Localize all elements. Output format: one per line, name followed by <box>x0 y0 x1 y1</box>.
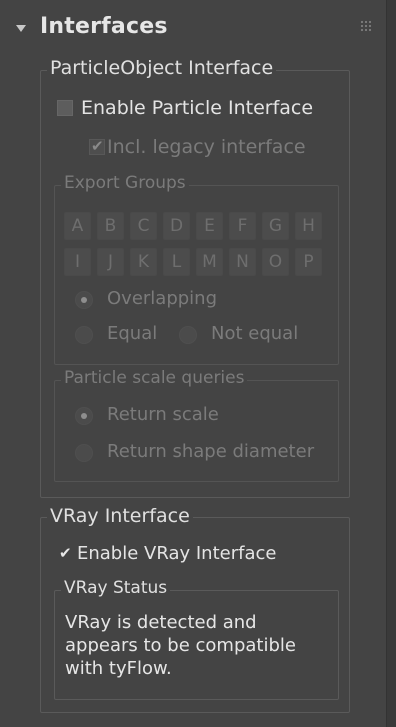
export-group-button-i[interactable]: I <box>64 248 91 276</box>
vray-status-text: VRay is detected and appears to be compa… <box>65 612 296 679</box>
particle-interface-group-title: ParticleObject Interface <box>47 57 277 79</box>
export-group-button-k[interactable]: K <box>130 248 157 276</box>
collapse-arrow-icon[interactable] <box>16 25 26 32</box>
rollout-title: Interfaces <box>40 14 168 39</box>
interfaces-rollout-panel: Interfaces ParticleObject Interface Enab… <box>0 0 396 727</box>
equal-label[interactable]: Equal <box>107 323 157 344</box>
export-groups-title: Export Groups <box>61 173 189 193</box>
enable-vray-interface-label[interactable]: Enable VRay Interface <box>77 543 276 564</box>
export-group-button-d[interactable]: D <box>163 212 190 240</box>
incl-legacy-interface-checkbox[interactable] <box>89 137 105 155</box>
export-groups-group: Export Groups A B C D E F G H I J K L M … <box>54 173 339 365</box>
return-shape-diameter-label[interactable]: Return shape diameter <box>107 441 314 462</box>
export-group-button-n[interactable]: N <box>229 248 256 276</box>
return-shape-diameter-radio[interactable] <box>75 444 93 462</box>
enable-particle-interface-checkbox[interactable] <box>57 100 73 116</box>
vray-interface-group-title: VRay Interface <box>47 505 193 527</box>
export-group-button-h[interactable]: H <box>295 212 322 240</box>
export-group-button-a[interactable]: A <box>64 212 91 240</box>
export-group-button-p[interactable]: P <box>295 248 322 276</box>
export-group-button-m[interactable]: M <box>196 248 223 276</box>
return-scale-radio[interactable] <box>75 407 93 425</box>
export-group-button-e[interactable]: E <box>196 212 223 240</box>
export-group-button-f[interactable]: F <box>229 212 256 240</box>
export-group-button-l[interactable]: L <box>163 248 190 276</box>
not-equal-label[interactable]: Not equal <box>211 323 298 344</box>
return-scale-label[interactable]: Return scale <box>107 404 219 425</box>
export-group-button-o[interactable]: O <box>262 248 289 276</box>
enable-particle-interface-label[interactable]: Enable Particle Interface <box>81 97 313 119</box>
rollout-header[interactable]: Interfaces <box>0 0 386 56</box>
export-group-button-g[interactable]: G <box>262 212 289 240</box>
overlapping-radio[interactable] <box>75 291 93 309</box>
vray-status-group: VRay Status VRay is detected and appears… <box>54 578 339 700</box>
export-group-button-j[interactable]: J <box>97 248 124 276</box>
export-group-button-c[interactable]: C <box>130 212 157 240</box>
particle-scale-queries-group: Particle scale queries Return scale Retu… <box>54 368 339 482</box>
not-equal-radio[interactable] <box>179 326 197 344</box>
equal-radio[interactable] <box>75 326 93 344</box>
enable-vray-interface-checkbox[interactable] <box>57 544 73 562</box>
incl-legacy-interface-label[interactable]: Incl. legacy interface <box>107 136 306 158</box>
drag-grip-icon[interactable] <box>360 20 372 32</box>
export-group-button-b[interactable]: B <box>97 212 124 240</box>
panel-scrollbar[interactable] <box>386 0 396 727</box>
vray-status-title: VRay Status <box>61 578 171 598</box>
overlapping-label[interactable]: Overlapping <box>107 288 217 309</box>
particle-scale-queries-title: Particle scale queries <box>61 368 248 388</box>
